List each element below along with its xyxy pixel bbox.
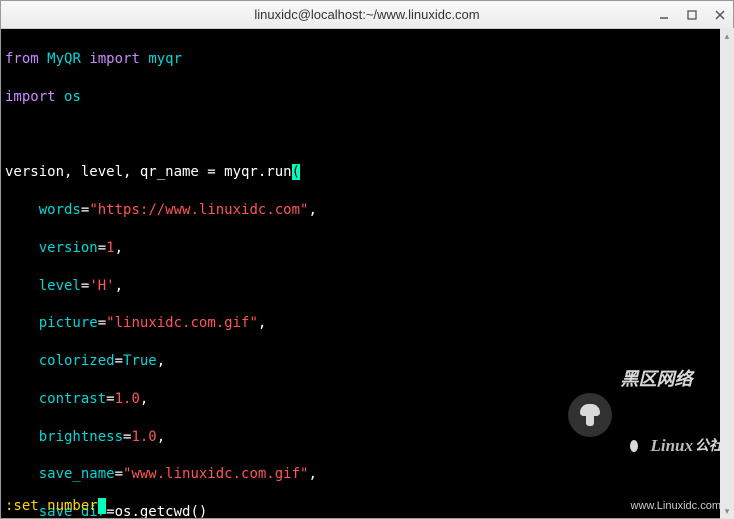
watermark: 黑区网络 Linux 公社 [568,330,723,500]
cursor-block [98,498,106,514]
scroll-down-button[interactable]: ▾ [720,503,734,519]
vertical-scrollbar[interactable]: ▴ ▾ [720,28,734,519]
arg-key: words [39,202,81,218]
arg-key: colorized [39,353,115,369]
arg-value: "linuxidc.com.gif" [106,315,258,331]
arg-key: contrast [39,391,106,407]
module-os: os [64,89,81,105]
arg-value: "www.linuxidc.com.gif" [123,466,308,482]
window-title: linuxidc@localhost:~/www.linuxidc.com [254,7,479,22]
code-line: from MyQR import myqr [5,50,729,69]
arg-value: 1.0 [131,429,156,445]
window-controls [657,1,727,28]
code-line: version, level, qr_name = myqr.run( [5,163,729,182]
window-titlebar: linuxidc@localhost:~/www.linuxidc.com [1,1,733,29]
arg-key: picture [39,315,98,331]
terminal-window: linuxidc@localhost:~/www.linuxidc.com fr… [0,0,734,519]
arg-key: version [39,240,98,256]
close-button[interactable] [713,8,727,22]
watermark-text-stack: 黑区网络 Linux 公社 [620,330,723,500]
command-text: :set number [5,498,98,514]
watermark-text-linux: Linux [650,435,693,458]
watermark-text-sub: 公社 [695,437,723,456]
keyword-import: import [5,89,56,105]
arg-value: 'H' [89,278,114,294]
arg-value: True [123,353,157,369]
maximize-button[interactable] [685,8,699,22]
code-line: version=1, [5,239,729,258]
code-line: import os [5,88,729,107]
keyword-from: from [5,51,39,67]
penguin-icon [620,430,648,462]
terminal-viewport[interactable]: from MyQR import myqr import os version,… [1,29,733,518]
keyword-import: import [89,51,140,67]
watermark-text-cn: 黑区网络 [620,368,723,392]
watermark-url: www.Linuxidc.com [631,499,721,514]
minimize-button[interactable] [657,8,671,22]
assignment: version, level, qr_name = myqr.run [5,164,292,180]
mushroom-icon [568,393,612,437]
vim-command-line[interactable]: :set number [5,497,106,516]
scroll-up-button[interactable]: ▴ [720,28,734,44]
arg-value: "https://www.linuxidc.com" [89,202,308,218]
cursor-highlight: ( [292,164,300,180]
arg-value: 1 [106,240,114,256]
code-line: words="https://www.linuxidc.com", [5,201,729,220]
arg-value: 1.0 [115,391,140,407]
blank-line [5,125,729,144]
code-line: save_dir=os.getcwd() [5,503,729,518]
name-myqr: myqr [148,51,182,67]
arg-value: os.getcwd() [115,504,208,518]
arg-key: brightness [39,429,123,445]
arg-key: save_name [39,466,115,482]
scrollbar-track[interactable] [720,44,734,503]
arg-key: level [39,278,81,294]
module-myqr: MyQR [47,51,81,67]
code-line: level='H', [5,277,729,296]
